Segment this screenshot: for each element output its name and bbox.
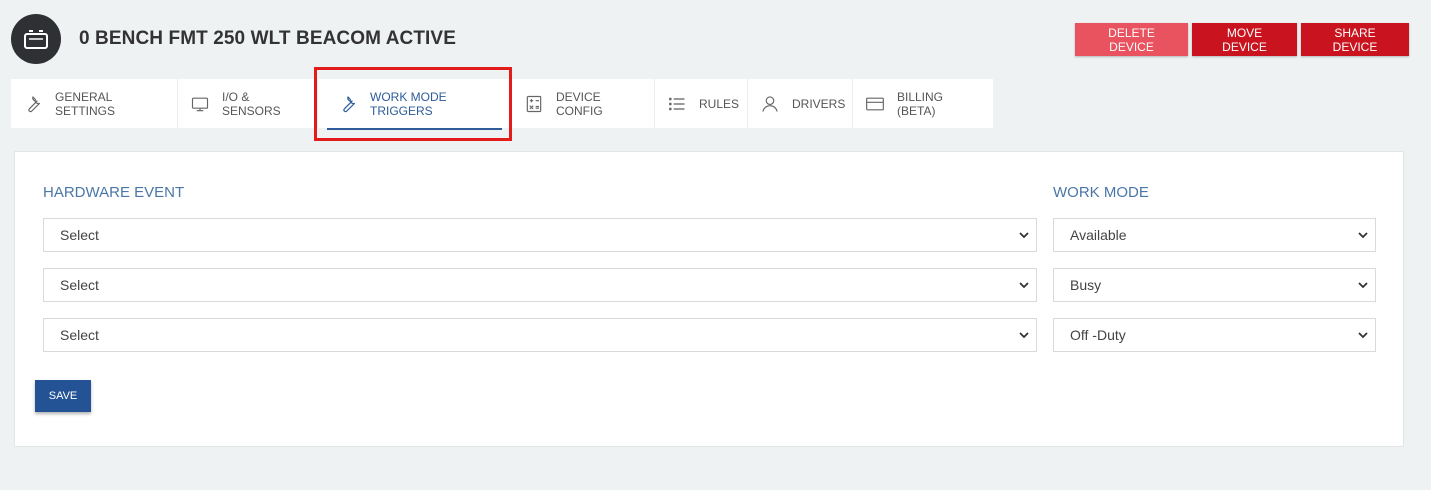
tab-io-sensors[interactable]: I/O & SENSORS xyxy=(178,79,318,128)
list-icon xyxy=(669,97,685,110)
device-actions: DELETE DEVICE MOVE DEVICE SHARE DEVICE xyxy=(1075,23,1409,56)
work-mode-triggers-panel: HARDWARE EVENT WORK MODE Select Availabl… xyxy=(14,151,1404,447)
monitor-icon xyxy=(191,97,209,111)
chevron-down-icon xyxy=(1358,232,1368,239)
delete-device-button[interactable]: DELETE DEVICE xyxy=(1075,23,1188,56)
chevron-down-icon xyxy=(1358,332,1368,339)
credit-card-icon xyxy=(866,97,884,110)
chevron-down-icon xyxy=(1019,282,1029,289)
work-mode-label: WORK MODE xyxy=(1053,184,1149,201)
wrench-icon xyxy=(28,95,41,112)
select-value: Select xyxy=(60,327,99,343)
hardware-event-select-3[interactable]: Select xyxy=(43,318,1037,352)
hardware-event-label: HARDWARE EVENT xyxy=(43,184,185,201)
tab-label: DEVICE CONFIG xyxy=(556,89,603,118)
share-device-button[interactable]: SHARE DEVICE xyxy=(1301,23,1409,56)
settings-tabs: GENERAL SETTINGS I/O & SENSORS WORK MODE… xyxy=(11,79,993,130)
select-value: Select xyxy=(60,227,99,243)
chevron-down-icon xyxy=(1358,282,1368,289)
user-icon xyxy=(762,95,778,112)
move-device-button[interactable]: MOVE DEVICE xyxy=(1192,23,1297,56)
tab-billing[interactable]: BILLING (BETA) xyxy=(853,79,993,128)
tab-general-settings[interactable]: GENERAL SETTINGS xyxy=(11,79,178,128)
tab-drivers[interactable]: DRIVERS xyxy=(748,79,853,128)
device-avatar xyxy=(11,14,61,64)
chevron-down-icon xyxy=(1019,332,1029,339)
select-value: Busy xyxy=(1070,277,1102,293)
chevron-down-icon xyxy=(1019,232,1029,239)
wrench-icon xyxy=(343,95,355,112)
device-icon xyxy=(24,30,48,49)
select-value: Available xyxy=(1070,227,1127,243)
hardware-event-select-2[interactable]: Select xyxy=(43,268,1037,302)
page-title: 0 BENCH FMT 250 WLT BEACOM ACTIVE xyxy=(79,28,456,49)
tab-device-config[interactable]: DEVICE CONFIG xyxy=(512,79,655,128)
tab-rules[interactable]: RULES xyxy=(655,79,748,128)
tab-work-mode-triggers[interactable]: WORK MODE TRIGGERS xyxy=(318,79,512,130)
hardware-event-select-1[interactable]: Select xyxy=(43,218,1037,252)
select-value: Off -Duty xyxy=(1070,327,1126,343)
select-value: Select xyxy=(60,277,99,293)
tab-label: BILLING (BETA) xyxy=(897,89,944,118)
tab-label: DRIVERS xyxy=(792,96,846,111)
calculator-icon xyxy=(526,95,542,112)
tab-label: WORK MODE TRIGGERS xyxy=(370,89,447,118)
work-mode-select-2[interactable]: Busy xyxy=(1053,268,1376,302)
work-mode-select-3[interactable]: Off -Duty xyxy=(1053,318,1376,352)
tab-label: RULES xyxy=(699,96,740,111)
tab-label: GENERAL SETTINGS xyxy=(55,89,116,118)
work-mode-select-1[interactable]: Available xyxy=(1053,218,1376,252)
tab-label: I/O & SENSORS xyxy=(222,89,281,118)
save-button[interactable]: SAVE xyxy=(35,380,91,412)
